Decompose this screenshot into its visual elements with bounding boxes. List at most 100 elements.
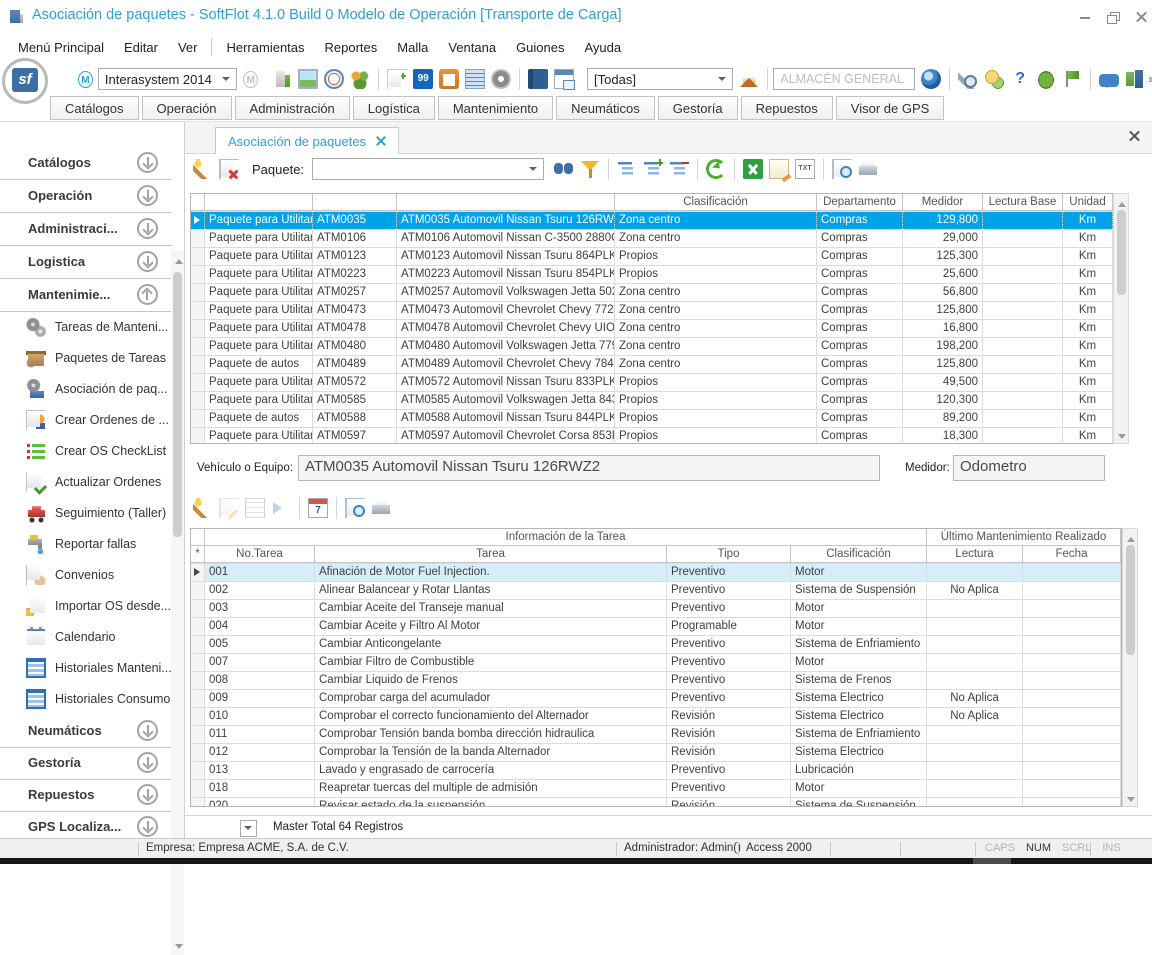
exit-door-icon[interactable] bbox=[1125, 69, 1145, 89]
table-row[interactable]: Paquete para UtilitariosATM0585ATM0585 A… bbox=[191, 392, 1113, 410]
chevron-down-circle-icon[interactable] bbox=[137, 152, 158, 173]
table-row[interactable]: 008Cambiar Liquido de FrenosPreventivoSi… bbox=[191, 672, 1121, 690]
chevron-down-circle-icon[interactable] bbox=[137, 251, 158, 272]
table-row[interactable]: 013Lavado y engrasado de carroceríaPreve… bbox=[191, 762, 1121, 780]
scroll-up-icon[interactable] bbox=[1118, 198, 1126, 207]
export-txt-icon[interactable]: TXT bbox=[795, 159, 815, 179]
table-row[interactable]: 012Comprobar la Tensión de la banda Alte… bbox=[191, 744, 1121, 762]
chevron-down-circle-icon[interactable] bbox=[137, 784, 158, 805]
tab-asociacion-de-paquetes[interactable]: Asociación de paquetes bbox=[215, 127, 399, 154]
menu-item-reportes[interactable]: Reportes bbox=[315, 36, 388, 59]
edit-task-icon[interactable] bbox=[219, 498, 239, 518]
sidebar-section-operaci-n[interactable]: Operación bbox=[0, 179, 172, 213]
tasks-grid-scrollbar[interactable] bbox=[1122, 528, 1138, 807]
ribbon-tab-operaci-n[interactable]: Operación bbox=[142, 96, 232, 120]
table-row[interactable]: Paquete para UtilitariosATM0123ATM0123 A… bbox=[191, 248, 1113, 266]
filter-funnel-icon[interactable] bbox=[580, 159, 600, 179]
table-row[interactable]: Paquete para UtilitariosATM0223ATM0223 A… bbox=[191, 266, 1113, 284]
column-header-fecha[interactable]: Fecha bbox=[1023, 546, 1121, 563]
column-header-clasificaci-n[interactable]: Clasificación bbox=[791, 546, 927, 563]
paquete-combo[interactable] bbox=[312, 158, 544, 180]
users-group-icon[interactable] bbox=[350, 69, 370, 89]
sidebar-section-repuestos[interactable]: Repuestos bbox=[0, 778, 172, 812]
sidebar-item-reportar-fallas[interactable]: Reportar fallas bbox=[0, 528, 172, 559]
help-icon[interactable]: ? bbox=[1010, 69, 1030, 89]
column-header-hidden[interactable] bbox=[205, 194, 313, 211]
chevron-down-circle-icon[interactable] bbox=[137, 218, 158, 239]
sidebar-section-neum-ticos[interactable]: Neumáticos bbox=[0, 714, 172, 748]
export-excel-icon[interactable] bbox=[743, 159, 763, 179]
table-row[interactable]: Paquete para UtilitariosATM0106ATM0106 A… bbox=[191, 230, 1113, 248]
tasks-grid[interactable]: Información de la TareaÚltimo Mantenimie… bbox=[190, 528, 1122, 807]
ribbon-tab-neum-ticos[interactable]: Neumáticos bbox=[556, 96, 655, 120]
table-row[interactable]: 004Cambiar Aceite y Filtro Al MotorProgr… bbox=[191, 618, 1121, 636]
new-document-icon[interactable] bbox=[387, 69, 407, 89]
record-nav-combo[interactable] bbox=[240, 820, 257, 837]
column-header-hidden[interactable] bbox=[397, 194, 615, 211]
chevron-down-circle-icon[interactable] bbox=[137, 720, 158, 741]
table-row[interactable]: 001Afinación de Motor Fuel Injection.Pre… bbox=[191, 564, 1121, 582]
print-preview-icon[interactable] bbox=[832, 159, 852, 179]
scroll-down-icon[interactable] bbox=[175, 944, 183, 953]
sidebar-section-administraci[interactable]: Administraci... bbox=[0, 212, 172, 246]
ribbon-tab-log-stica[interactable]: Logística bbox=[353, 96, 435, 120]
column-header-tipo[interactable]: Tipo bbox=[667, 546, 791, 563]
scroll-down-icon[interactable] bbox=[1118, 434, 1126, 443]
sidebar-section-logistica[interactable]: Logistica bbox=[0, 245, 172, 279]
scroll-up-icon[interactable] bbox=[175, 255, 183, 264]
header-indicator-cell[interactable] bbox=[191, 194, 205, 211]
vehicles-grid[interactable]: ClasificaciónDepartamentoMedidorLectura … bbox=[190, 193, 1114, 444]
currency-coins-icon[interactable] bbox=[984, 69, 1004, 89]
remove-node-icon[interactable] bbox=[669, 159, 689, 179]
toolbar-overflow-button[interactable]: ›› bbox=[1148, 72, 1152, 86]
export-task-icon[interactable] bbox=[271, 498, 291, 518]
sidebar-item-crear-ordenes-de[interactable]: Crear Ordenes de ... bbox=[0, 404, 172, 435]
task-grid-icon[interactable] bbox=[245, 498, 265, 518]
add-node-icon[interactable] bbox=[643, 159, 663, 179]
column-header-clasificaci-n[interactable]: Clasificación bbox=[615, 194, 817, 211]
associate-wand-icon[interactable] bbox=[193, 159, 213, 179]
vehicles-grid-scrollbar[interactable] bbox=[1113, 193, 1129, 444]
chevron-down-circle-icon[interactable] bbox=[137, 185, 158, 206]
associate-task-wand-icon[interactable] bbox=[193, 498, 213, 518]
sidebar-item-actualizar-ordenes[interactable]: Actualizar Ordenes bbox=[0, 466, 172, 497]
warehouse-input[interactable] bbox=[773, 68, 915, 90]
column-header-medidor[interactable]: Medidor bbox=[903, 194, 983, 211]
menu-item-malla[interactable]: Malla bbox=[387, 36, 438, 59]
table-row[interactable]: 018Reapretar tuercas del multiple de adm… bbox=[191, 780, 1121, 798]
close-button[interactable] bbox=[1128, 10, 1152, 24]
menu-item-herramientas[interactable]: Herramientas bbox=[216, 36, 314, 59]
menu-item-ver[interactable]: Ver bbox=[168, 36, 208, 59]
print-preview-icon[interactable] bbox=[345, 498, 365, 518]
ribbon-tab-mantenimiento[interactable]: Mantenimiento bbox=[438, 96, 553, 120]
table-row[interactable]: 010Comprobar el correcto funcionamiento … bbox=[191, 708, 1121, 726]
image-viewer-icon[interactable] bbox=[298, 69, 318, 89]
notes-icon[interactable] bbox=[769, 159, 789, 179]
search-binoculars-icon[interactable] bbox=[554, 159, 574, 179]
scope-combo[interactable]: [Todas] bbox=[587, 68, 733, 90]
table-row[interactable]: Paquete de autosATM0489ATM0489 Automovil… bbox=[191, 356, 1113, 374]
settings-gear-icon[interactable] bbox=[491, 69, 511, 89]
chevron-up-circle-icon[interactable] bbox=[137, 284, 158, 305]
sidebar-item-historiales-consumos[interactable]: Historiales Consumos bbox=[0, 683, 172, 714]
table-row[interactable]: Paquete para UtilitariosATM0572ATM0572 A… bbox=[191, 374, 1113, 392]
menu-item-editar[interactable]: Editar bbox=[114, 36, 168, 59]
table-row[interactable]: Paquete de autosATM0588ATM0588 Automovil… bbox=[191, 410, 1113, 428]
scroll-up-icon[interactable] bbox=[1127, 533, 1135, 542]
chevron-down-circle-icon[interactable] bbox=[137, 816, 158, 837]
panel-close-icon[interactable] bbox=[1128, 130, 1140, 142]
table-row[interactable]: Paquete para UtilitariosATM0480ATM0480 A… bbox=[191, 338, 1113, 356]
menu-item-men-principal[interactable]: Menú Principal bbox=[8, 36, 114, 59]
ribbon-tab-visor-de-gps[interactable]: Visor de GPS bbox=[836, 96, 945, 120]
sidebar-section-mantenimie[interactable]: Mantenimie... bbox=[0, 278, 172, 312]
minimize-button[interactable] bbox=[1072, 10, 1098, 24]
globe-icon[interactable] bbox=[921, 69, 941, 89]
calendar-icon[interactable]: 7 bbox=[308, 498, 328, 518]
restore-button[interactable] bbox=[1100, 10, 1126, 24]
ribbon-tab-administraci-n[interactable]: Administración bbox=[235, 96, 350, 120]
print-icon[interactable] bbox=[858, 159, 878, 179]
sidebar-item-crear-os-checklist[interactable]: Crear OS CheckList bbox=[0, 435, 172, 466]
scrollbar-thumb[interactable] bbox=[1126, 545, 1135, 655]
menu-item-ventana[interactable]: Ventana bbox=[438, 36, 506, 59]
remove-association-icon[interactable] bbox=[219, 159, 239, 179]
